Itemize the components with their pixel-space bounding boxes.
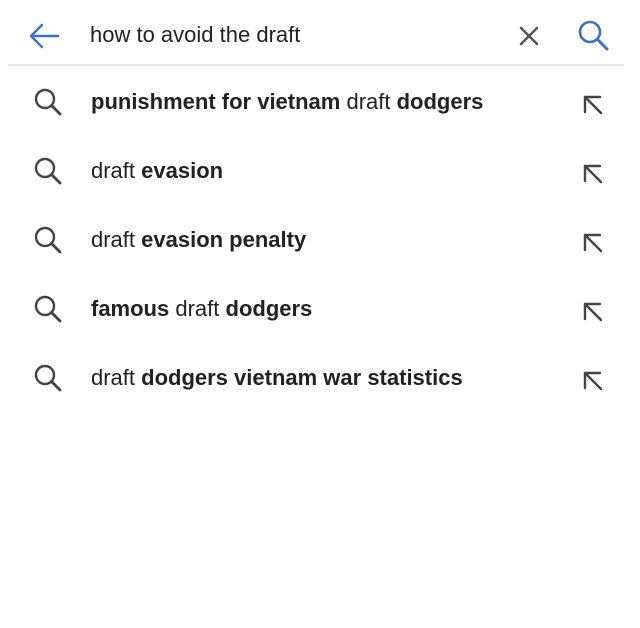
suggestion-match-bold: dodgers vietnam war statistics	[141, 365, 463, 390]
suggestion-label: draft evasion penalty	[91, 227, 306, 253]
arrow-up-left-icon	[583, 164, 603, 184]
divider	[8, 64, 624, 66]
suggestion-match-bold: famous	[91, 296, 170, 321]
search-icon	[32, 224, 66, 258]
arrow-up-left-icon	[583, 371, 603, 391]
suggestion-label: draft evasion	[91, 158, 223, 184]
suggestion-item[interactable]: punishment for vietnam draft dodgers	[0, 68, 640, 137]
search-icon	[32, 86, 66, 120]
suggestion-label: famous draft dodgers	[91, 296, 312, 322]
arrow-up-left-icon	[583, 95, 603, 115]
suggestion-query-part: draft	[91, 158, 142, 183]
suggestion-item[interactable]: draft evasion	[0, 137, 640, 206]
back-button[interactable]	[26, 20, 62, 52]
suggestion-item[interactable]: draft evasion penalty	[0, 206, 640, 275]
fill-query-button[interactable]	[576, 88, 610, 122]
search-icon	[32, 293, 66, 327]
suggestion-query-part: draft	[340, 89, 397, 114]
fill-query-button[interactable]	[576, 364, 610, 398]
arrow-up-left-icon	[583, 233, 603, 253]
suggestion-match-bold: dodgers	[225, 296, 313, 321]
fill-query-button[interactable]	[576, 157, 610, 191]
search-icon	[32, 155, 66, 189]
suggestion-match-bold: punishment for vietnam	[91, 89, 341, 114]
search-icon	[578, 20, 609, 51]
suggestion-match-bold: evasion	[141, 158, 224, 183]
search-bar	[0, 0, 640, 66]
suggestion-label: draft dodgers vietnam war statistics	[91, 365, 463, 391]
suggestion-match-bold: dodgers	[396, 89, 484, 114]
fill-query-button[interactable]	[576, 295, 610, 329]
close-icon	[519, 26, 539, 46]
suggestion-query-part: draft	[91, 365, 142, 390]
arrow-left-icon	[29, 23, 60, 49]
search-icon	[32, 362, 66, 396]
suggestion-query-part: draft	[169, 296, 226, 321]
suggestion-item[interactable]: draft dodgers vietnam war statistics	[0, 344, 640, 413]
arrow-up-left-icon	[583, 302, 603, 322]
search-button[interactable]	[574, 18, 612, 54]
suggestion-query-part: draft	[91, 227, 142, 252]
fill-query-button[interactable]	[576, 226, 610, 260]
suggestion-match-bold: evasion penalty	[141, 227, 307, 252]
suggestion-list: punishment for vietnam draft dodgers draf…	[0, 68, 640, 413]
clear-button[interactable]	[514, 22, 544, 50]
search-input[interactable]	[90, 18, 490, 52]
suggestion-item[interactable]: famous draft dodgers	[0, 275, 640, 344]
suggestion-label: punishment for vietnam draft dodgers	[91, 89, 483, 115]
